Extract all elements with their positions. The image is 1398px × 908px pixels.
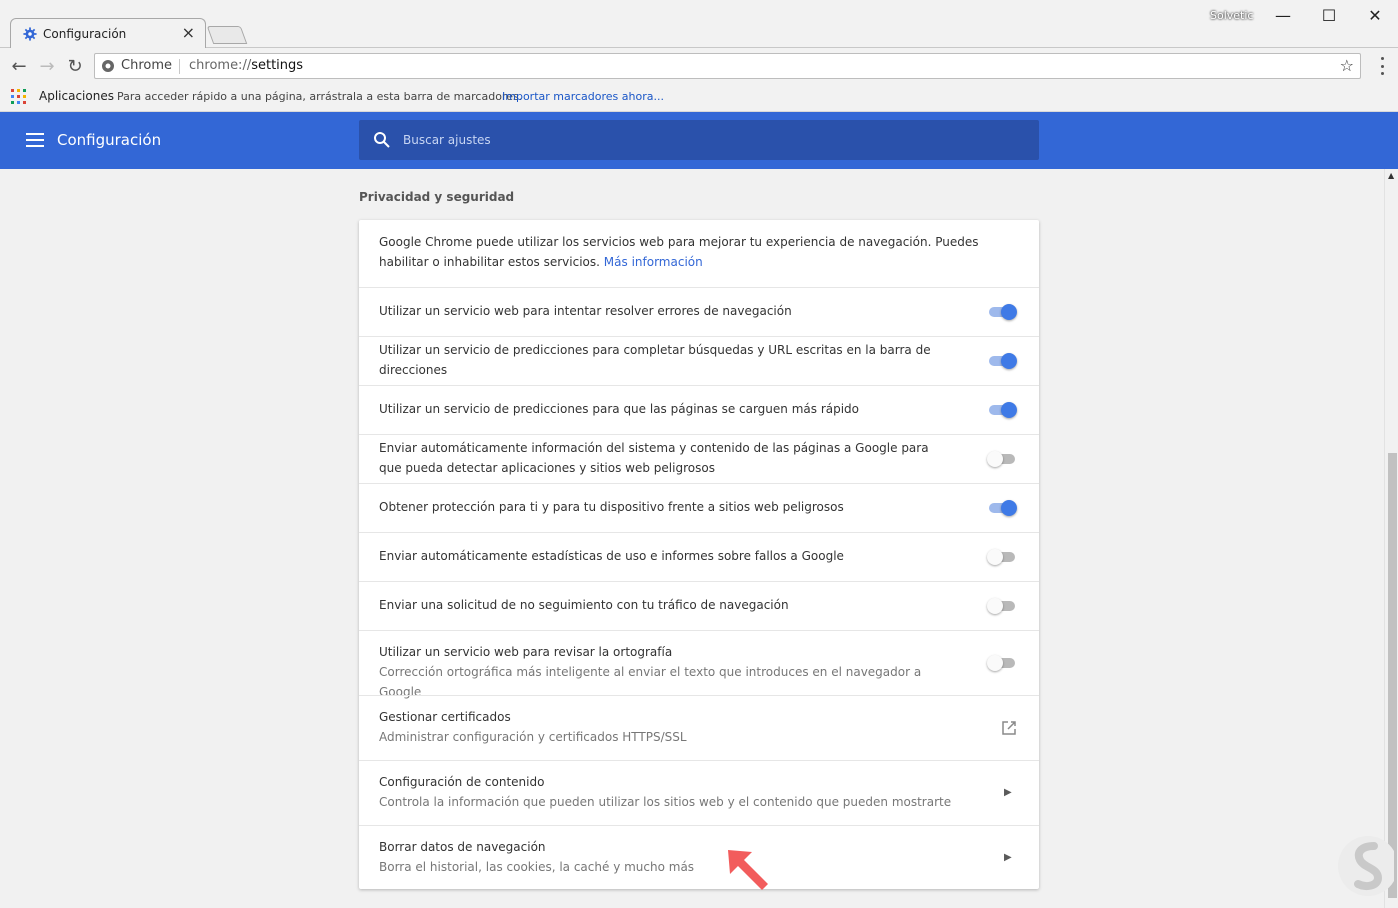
new-tab-button[interactable] xyxy=(206,26,248,44)
back-button[interactable]: ← xyxy=(8,55,30,77)
forward-button[interactable]: → xyxy=(36,55,58,77)
content-settings-row[interactable]: Configuración de contenido Controla la i… xyxy=(359,760,1039,825)
origin-chip: Chrome xyxy=(121,58,172,73)
chrome-menu-icon[interactable] xyxy=(1374,57,1390,75)
title-bar: Configuración × Solvetic — ☐ ✕ xyxy=(0,0,1398,49)
setting-label: Enviar una solicitud de no seguimiento c… xyxy=(379,598,789,612)
search-icon xyxy=(374,132,390,148)
intro-text-block: Google Chrome puede utilizar los servici… xyxy=(379,232,1019,272)
setting-row-page-predictions[interactable]: Utilizar un servicio de predicciones par… xyxy=(359,385,1039,434)
chevron-right-icon: ▶ xyxy=(1004,852,1012,863)
address-bar[interactable]: Chrome chrome://settings ☆ xyxy=(94,53,1361,79)
bookmarks-bar: Aplicaciones Para acceder rápido a una p… xyxy=(0,84,1398,112)
import-bookmarks-link[interactable]: Importar marcadores ahora... xyxy=(502,90,664,103)
url-scheme: chrome:// xyxy=(189,58,252,73)
link-label: Gestionar certificados xyxy=(379,710,511,724)
reload-button[interactable]: ↻ xyxy=(64,55,86,77)
tab-settings[interactable]: Configuración × xyxy=(10,18,206,49)
setting-label: Utilizar un servicio de predicciones par… xyxy=(379,402,860,416)
chrome-page-icon xyxy=(102,60,114,72)
link-label: Configuración de contenido xyxy=(379,775,545,789)
search-input[interactable] xyxy=(403,120,1023,160)
chevron-right-icon: ▶ xyxy=(1004,787,1012,798)
setting-label: Obtener protección para ti y para tu dis… xyxy=(379,500,844,514)
toggle-switch[interactable] xyxy=(987,303,1019,321)
tab-close-button[interactable]: × xyxy=(182,24,195,42)
bookmark-star-icon[interactable]: ☆ xyxy=(1340,56,1354,75)
manage-certificates-row[interactable]: Gestionar certificados Administrar confi… xyxy=(359,695,1039,760)
gear-icon xyxy=(23,27,37,41)
link-sublabel: Controla la información que pueden utili… xyxy=(379,795,952,809)
page-title: Configuración xyxy=(57,131,162,149)
link-sublabel: Administrar configuración y certificados… xyxy=(379,730,687,744)
page-scrollbar[interactable]: ▲ xyxy=(1384,169,1398,908)
privacy-intro: Google Chrome puede utilizar los servici… xyxy=(359,220,1039,287)
url-text[interactable]: chrome://settings xyxy=(189,58,303,73)
close-window-button[interactable]: ✕ xyxy=(1352,0,1398,30)
scroll-up-arrow-icon[interactable]: ▲ xyxy=(1388,171,1394,180)
search-settings-box[interactable] xyxy=(359,120,1039,160)
link-label: Borrar datos de navegación xyxy=(379,840,546,854)
url-path: settings xyxy=(251,58,304,73)
toggle-switch[interactable] xyxy=(987,548,1019,566)
setting-row-safe-browsing[interactable]: Obtener protección para ti y para tu dis… xyxy=(359,483,1039,532)
setting-row-usage-stats[interactable]: Enviar automáticamente estadísticas de u… xyxy=(359,532,1039,581)
section-title: Privacidad y seguridad xyxy=(359,190,515,204)
maximize-button[interactable]: ☐ xyxy=(1306,0,1352,30)
toggle-switch[interactable] xyxy=(987,352,1019,370)
toggle-switch[interactable] xyxy=(987,401,1019,419)
watermark-logo-icon xyxy=(1338,836,1394,896)
toggle-switch[interactable] xyxy=(987,450,1019,468)
minimize-button[interactable]: — xyxy=(1260,0,1306,30)
profile-label[interactable]: Solvetic xyxy=(1210,9,1253,22)
annotation-arrow-icon xyxy=(728,850,768,890)
toggle-switch[interactable] xyxy=(987,597,1019,615)
setting-row-search-predictions[interactable]: Utilizar un servicio de predicciones par… xyxy=(359,336,1039,385)
setting-label: Utilizar un servicio de predicciones par… xyxy=(379,343,931,377)
external-link-icon[interactable] xyxy=(1000,719,1018,737)
toggle-switch[interactable] xyxy=(987,654,1019,672)
apps-shortcut[interactable]: Aplicaciones xyxy=(39,89,114,103)
tab-title: Configuración xyxy=(43,27,127,41)
setting-row-safe-browsing-reports[interactable]: Enviar automáticamente información del s… xyxy=(359,434,1039,483)
clear-browsing-data-row[interactable]: Borrar datos de navegación Borra el hist… xyxy=(359,825,1039,889)
setting-label: Utilizar un servicio web para intentar r… xyxy=(379,304,792,318)
setting-row-do-not-track[interactable]: Enviar una solicitud de no seguimiento c… xyxy=(359,581,1039,630)
omnibox-divider xyxy=(179,59,180,74)
link-sublabel: Borra el historial, las cookies, la cach… xyxy=(379,860,695,874)
setting-label: Utilizar un servicio web para revisar la… xyxy=(379,645,673,659)
hamburger-menu-icon[interactable] xyxy=(26,133,44,147)
apps-grid-icon[interactable] xyxy=(11,89,26,104)
toggle-switch[interactable] xyxy=(987,499,1019,517)
settings-content: Privacidad y seguridad Google Chrome pue… xyxy=(0,169,1384,908)
setting-label: Enviar automáticamente estadísticas de u… xyxy=(379,549,844,563)
browser-toolbar: ← → ↻ Chrome chrome://settings ☆ xyxy=(0,48,1398,84)
more-info-link[interactable]: Más información xyxy=(604,255,703,269)
setting-row-nav-errors[interactable]: Utilizar un servicio web para intentar r… xyxy=(359,287,1039,336)
settings-header: Configuración xyxy=(0,112,1398,169)
setting-label: Enviar automáticamente información del s… xyxy=(379,441,929,475)
setting-row-spellcheck[interactable]: Utilizar un servicio web para revisar la… xyxy=(359,630,1039,699)
bookmarks-hint: Para acceder rápido a una página, arrást… xyxy=(117,90,523,103)
privacy-card: Google Chrome puede utilizar los servici… xyxy=(359,220,1039,889)
